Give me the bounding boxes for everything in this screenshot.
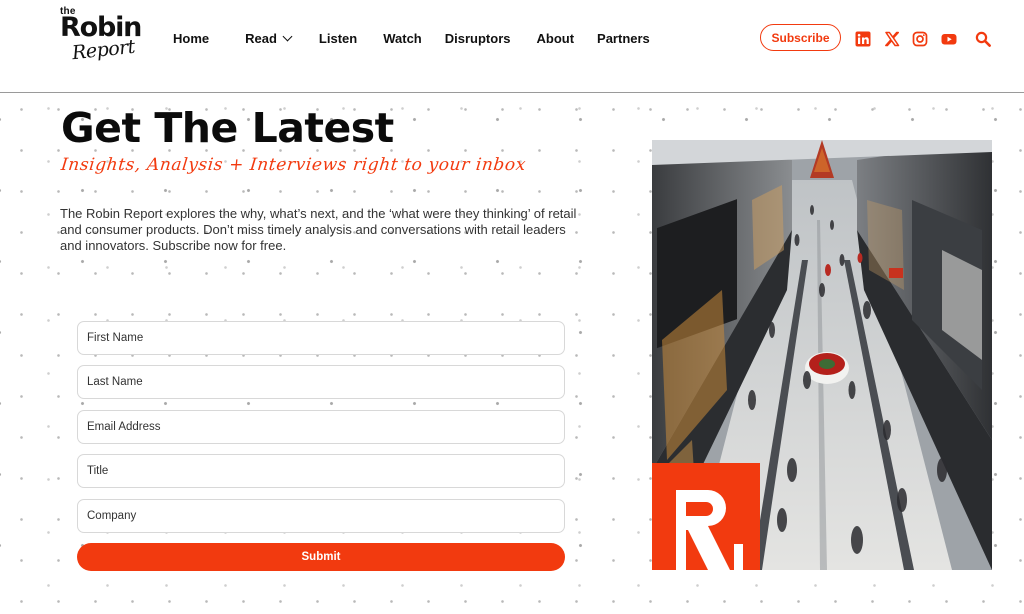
- nav-read-label: Read: [245, 31, 277, 46]
- linkedin-icon[interactable]: [855, 31, 871, 47]
- submit-button[interactable]: Submit: [77, 543, 565, 571]
- nav-watch[interactable]: Watch: [383, 31, 422, 46]
- nav-home-label: Home: [173, 31, 210, 46]
- title-field[interactable]: [77, 454, 565, 488]
- nav-listen-label: Listen: [318, 31, 358, 46]
- nav-partners-label: Partners: [597, 31, 650, 46]
- email-field[interactable]: [77, 410, 565, 444]
- robin-report-logo[interactable]: the Robin Report: [60, 6, 144, 66]
- nav-about-label: About: [536, 31, 575, 46]
- nav-home[interactable]: Home: [173, 31, 209, 46]
- tagline: Insights, Analysis + Interviews right to…: [59, 155, 527, 175]
- youtube-icon[interactable]: [941, 31, 957, 47]
- x-icon[interactable]: [884, 31, 900, 47]
- nav-partners[interactable]: Partners: [597, 31, 650, 46]
- nav-listen[interactable]: Listen: [319, 31, 357, 46]
- nav-read[interactable]: Read: [245, 31, 293, 46]
- intro-paragraph: The Robin Report explores the why, what’…: [60, 206, 577, 253]
- company-field[interactable]: [77, 499, 565, 533]
- main-nav: Home Read Listen Watch Disruptors About …: [173, 31, 689, 46]
- page-title: Get The Latest: [61, 104, 394, 152]
- last-name-field[interactable]: [77, 365, 565, 399]
- subscribe-button[interactable]: Subscribe: [760, 24, 841, 51]
- search-icon[interactable]: [975, 31, 991, 47]
- nav-about[interactable]: About: [536, 31, 574, 46]
- nav-watch-label: Watch: [383, 31, 422, 46]
- shopping-mall-photo: [652, 140, 992, 570]
- nav-disruptors-label: Disruptors: [444, 31, 511, 46]
- site-header: the Robin Report Home Read Listen Watch …: [0, 0, 1024, 93]
- first-name-field[interactable]: [77, 321, 565, 355]
- instagram-icon[interactable]: [912, 31, 928, 47]
- chevron-down-icon: [282, 31, 293, 42]
- nav-disruptors[interactable]: Disruptors: [445, 31, 511, 46]
